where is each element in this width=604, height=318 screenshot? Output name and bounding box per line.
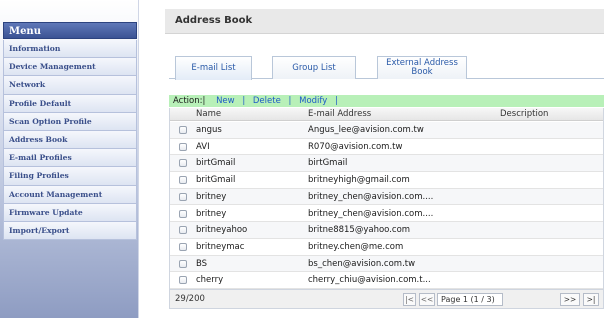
action-prefix: Action:| bbox=[173, 96, 206, 106]
row-name: britneymac bbox=[196, 241, 245, 252]
table-row[interactable]: cherry cherry_chiu@avision.com.t... bbox=[170, 272, 603, 289]
record-count: 29/200 bbox=[175, 294, 205, 304]
table-row[interactable]: AVI R070@avision.com.tw bbox=[170, 139, 603, 156]
action-bar: Action:| New | Delete | Modify | bbox=[169, 95, 604, 107]
row-checkbox[interactable] bbox=[179, 176, 187, 185]
tab-bar: E-mail List Group List External Address … bbox=[169, 56, 604, 80]
menu-item-account-management[interactable]: Account Management bbox=[3, 185, 137, 204]
action-separator: | bbox=[288, 96, 292, 106]
row-name: AVI bbox=[196, 141, 210, 152]
row-email: britney_chen@avision.com.... bbox=[308, 191, 434, 202]
row-email: britney_chen@avision.com.... bbox=[308, 208, 434, 219]
row-checkbox[interactable] bbox=[179, 259, 187, 268]
row-name: britneyahoo bbox=[196, 225, 248, 236]
delete-link[interactable]: Delete bbox=[253, 96, 281, 106]
column-header-name[interactable]: Name bbox=[196, 108, 221, 121]
tab-email-list[interactable]: E-mail List bbox=[175, 56, 252, 80]
menu-item-firmware-update[interactable]: Firmware Update bbox=[3, 203, 137, 222]
row-email: Angus_lee@avision.com.tw bbox=[308, 125, 424, 135]
row-name: britney bbox=[196, 208, 227, 219]
row-checkbox[interactable] bbox=[179, 209, 187, 218]
row-name: birtGmail bbox=[196, 158, 236, 169]
menu-item-import-export[interactable]: Import/Export bbox=[3, 221, 137, 241]
table-row[interactable]: britney britney_chen@avision.com.... bbox=[170, 206, 603, 223]
menu-item-network[interactable]: Network bbox=[3, 76, 137, 95]
row-email: cherry_chiu@avision.com.t... bbox=[308, 275, 431, 286]
row-checkbox[interactable] bbox=[179, 159, 187, 168]
menu-item-scan-option-profile[interactable]: Scan Option Profile bbox=[3, 112, 137, 131]
row-checkbox[interactable] bbox=[179, 126, 187, 134]
table-row[interactable]: britney britney_chen@avision.com.... bbox=[170, 188, 603, 206]
row-name: britGmail bbox=[196, 175, 236, 186]
row-checkbox[interactable] bbox=[179, 276, 187, 285]
next-page-button[interactable]: >> bbox=[560, 293, 580, 306]
menu-header: Menu bbox=[3, 22, 137, 39]
table-row[interactable]: angus Angus_lee@avision.com.tw bbox=[170, 122, 603, 139]
menu-item-device-management[interactable]: Device Management bbox=[3, 58, 137, 77]
column-header-description[interactable]: Description bbox=[500, 108, 548, 121]
table-row[interactable]: britneyahoo britne8815@yahoo.com bbox=[170, 222, 603, 239]
tab-group-list[interactable]: Group List bbox=[272, 56, 356, 79]
action-separator: | bbox=[242, 96, 246, 106]
pagination-bar: 29/200 |< << Page 1 (1 / 3) >> >| bbox=[169, 289, 604, 309]
row-email: britneyhigh@gmail.com bbox=[308, 175, 410, 186]
column-header-email[interactable]: E-mail Address bbox=[308, 108, 371, 121]
table-row[interactable]: birtGmail birtGmail bbox=[170, 155, 603, 173]
row-checkbox[interactable] bbox=[179, 142, 187, 151]
menu-item-information[interactable]: Information bbox=[3, 40, 137, 59]
row-name: cherry bbox=[196, 275, 224, 286]
row-checkbox[interactable] bbox=[179, 192, 187, 201]
row-email: bs_chen@avision.com.tw bbox=[308, 258, 416, 269]
row-name: britney bbox=[196, 191, 227, 202]
menu-item-email-profiles[interactable]: E-mail Profiles bbox=[3, 149, 137, 168]
page-title: Address Book bbox=[175, 15, 253, 26]
row-email: britne8815@yahoo.com bbox=[308, 225, 411, 236]
action-separator: | bbox=[334, 96, 338, 106]
sidebar: Menu Information Device Management Netwo… bbox=[0, 0, 139, 318]
menu-list: Information Device Management Network Pr… bbox=[3, 40, 137, 241]
tab-external-address-book[interactable]: External Address Book bbox=[377, 56, 467, 79]
previous-page-button[interactable]: << bbox=[419, 293, 435, 306]
menu-item-address-book[interactable]: Address Book bbox=[3, 130, 137, 150]
menu-item-profile-default[interactable]: Profile Default bbox=[3, 94, 137, 113]
table-row[interactable]: britGmail britneyhigh@gmail.com bbox=[170, 172, 603, 189]
row-checkbox[interactable] bbox=[179, 226, 187, 235]
new-link[interactable]: New bbox=[208, 96, 235, 106]
modify-link[interactable]: Modify bbox=[299, 96, 327, 106]
menu-item-filing-profiles[interactable]: Filing Profiles bbox=[3, 167, 137, 186]
row-email: birtGmail bbox=[308, 158, 348, 169]
first-page-button[interactable]: |< bbox=[403, 293, 416, 306]
row-email: britney.chen@me.com bbox=[308, 241, 404, 252]
title-bar: Address Book bbox=[165, 9, 604, 34]
table-header: Name E-mail Address Description bbox=[170, 108, 603, 121]
row-name: BS bbox=[196, 258, 208, 269]
table-row[interactable]: britneymac britney.chen@me.com bbox=[170, 239, 603, 256]
row-checkbox[interactable] bbox=[179, 242, 187, 251]
row-name: angus bbox=[196, 125, 222, 135]
email-table: Name E-mail Address Description angus An… bbox=[169, 108, 604, 289]
table-row[interactable]: BS bs_chen@avision.com.tw bbox=[170, 255, 603, 273]
row-email: R070@avision.com.tw bbox=[308, 141, 403, 152]
page-indicator: Page 1 (1 / 3) bbox=[437, 293, 503, 306]
last-page-button[interactable]: >| bbox=[583, 293, 599, 306]
